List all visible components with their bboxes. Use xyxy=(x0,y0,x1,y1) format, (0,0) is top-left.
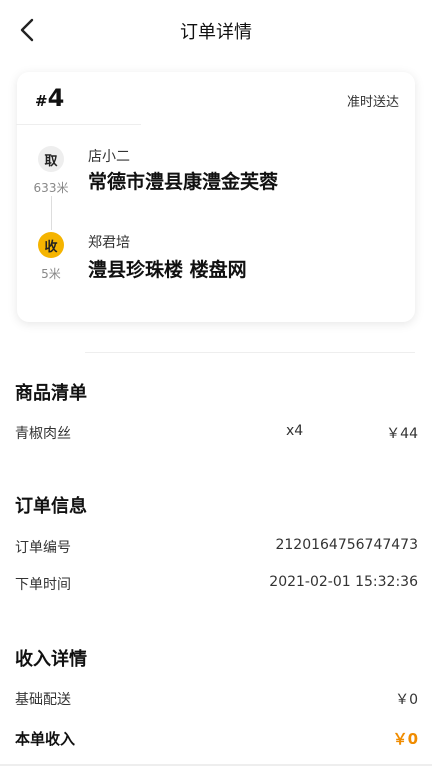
order-time-value: 2021-02-01 15:32:36 xyxy=(269,574,418,590)
goods-section-title: 商品清单 xyxy=(15,383,87,404)
order-number: #4 xyxy=(35,84,64,112)
order-number-value: 4 xyxy=(47,84,65,112)
card-divider xyxy=(16,124,141,125)
order-number-hash: # xyxy=(35,92,48,110)
pickup-distance: 633米 xyxy=(33,181,69,195)
order-id-value: 2120164756747473 xyxy=(275,537,418,553)
page-title: 订单详情 xyxy=(180,22,252,43)
order-income-value: ￥0 xyxy=(392,730,418,748)
dropoff-badge: 收 xyxy=(38,232,64,258)
goods-item-name: 青椒肉丝 xyxy=(15,426,71,442)
pickup-name: 店小二 xyxy=(88,149,130,165)
order-income-label: 本单收入 xyxy=(15,730,76,748)
order-info-section-title: 订单信息 xyxy=(15,496,87,517)
delivery-status: 准时送达 xyxy=(346,95,399,110)
pickup-address: 常德市澧县康澧金芙蓉 xyxy=(88,171,279,193)
dropoff-name: 郑君培 xyxy=(88,235,130,251)
base-delivery-value: ￥0 xyxy=(395,692,418,708)
bottom-divider xyxy=(0,764,432,766)
app-header: 订单详情 xyxy=(0,0,432,60)
order-time-label: 下单时间 xyxy=(15,577,71,593)
order-card: #4 准时送达 xyxy=(17,72,415,322)
income-section-title: 收入详情 xyxy=(15,649,87,670)
base-delivery-label: 基础配送 xyxy=(15,692,71,708)
order-id-label: 订单编号 xyxy=(15,540,71,556)
pickup-badge: 取 xyxy=(38,146,64,172)
dropoff-address: 澧县珍珠楼 楼盘网 xyxy=(88,259,247,281)
route-connector xyxy=(51,196,52,230)
goods-item-price: ￥44 xyxy=(386,426,418,442)
section-divider xyxy=(85,352,415,353)
goods-item-qty: x4 xyxy=(286,423,304,439)
dropoff-distance: 5米 xyxy=(41,267,61,281)
